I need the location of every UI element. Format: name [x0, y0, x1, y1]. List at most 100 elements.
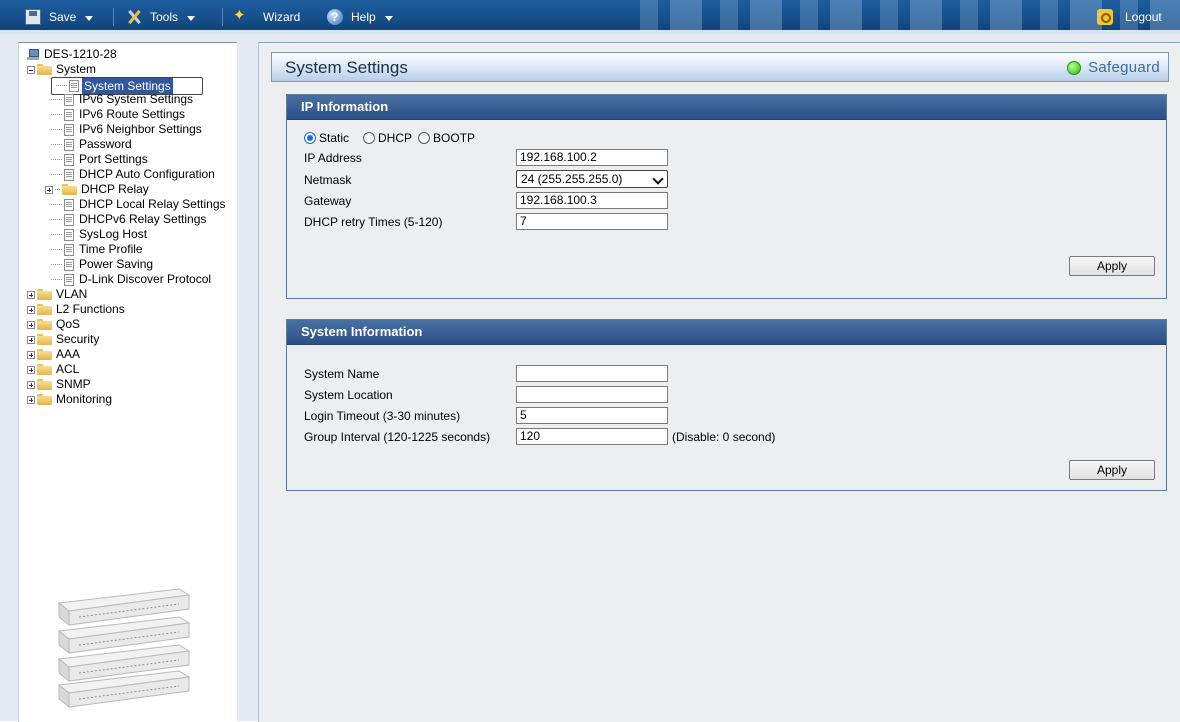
tree-item-dhcp-auto-configuration[interactable]: DHCP Auto Configuration — [51, 167, 217, 182]
tree-folder-monitoring[interactable]: Monitoring — [27, 392, 114, 407]
tree-connector — [51, 98, 62, 101]
group-interval-note: (Disable: 0 second) — [672, 430, 776, 444]
folder-icon — [37, 289, 52, 300]
tree-item-d-link-discover-protocol[interactable]: D-Link Discover Protocol — [51, 272, 213, 287]
expand-icon[interactable] — [27, 365, 35, 374]
page-icon — [64, 273, 74, 286]
tree-connector — [51, 113, 62, 116]
tree-item-dhcpv6-relay-settings[interactable]: DHCPv6 Relay Settings — [51, 212, 208, 227]
netmask-select[interactable]: 24 (255.255.255.0) — [516, 170, 668, 188]
login-timeout-input[interactable]: 5 — [516, 407, 668, 424]
help-menu[interactable]: Help — [327, 8, 393, 26]
system-information-header: System Information — [287, 320, 1166, 345]
radio-static[interactable] — [304, 132, 316, 144]
page-icon — [64, 213, 74, 226]
system-name-label: System Name — [304, 367, 380, 381]
page-icon — [64, 243, 74, 256]
toolbar-separator — [113, 8, 114, 26]
logout-button[interactable]: Logout — [1097, 8, 1162, 26]
group-interval-label: Group Interval (120-1225 seconds) — [304, 430, 491, 444]
tree-folder-qos[interactable]: QoS — [27, 317, 82, 332]
tree-folder-label: ACL — [56, 362, 80, 376]
radio-bootp-label: BOOTP — [433, 131, 476, 145]
radio-dhcp[interactable] — [363, 132, 376, 144]
group-interval-input[interactable]: 120 — [516, 428, 668, 445]
tree-item-syslog-host[interactable]: SysLog Host — [51, 227, 149, 242]
page-icon — [64, 123, 74, 136]
tree-folder-l2-functions[interactable]: L2 Functions — [27, 302, 127, 317]
tree-folder-dhcp-relay[interactable]: DHCP Relay — [45, 182, 151, 197]
tree-root-device[interactable]: DES-1210-28 — [27, 47, 119, 62]
expand-icon[interactable] — [27, 335, 35, 344]
page-icon — [64, 258, 74, 271]
expand-icon[interactable] — [27, 305, 35, 314]
page-icon — [64, 138, 74, 151]
safeguard-indicator[interactable]: Safeguard — [1067, 59, 1160, 76]
tree-folder-system[interactable]: System — [27, 62, 98, 77]
system-name-input[interactable] — [516, 365, 668, 382]
tools-menu[interactable]: Tools — [126, 8, 196, 26]
radio-static-label: Static — [319, 131, 350, 145]
page-icon — [64, 228, 74, 241]
tree-folder-label: System — [56, 62, 97, 76]
expand-icon[interactable] — [27, 380, 35, 389]
save-menu[interactable]: Save — [25, 8, 94, 26]
ip-address-input[interactable]: 192.168.100.2 — [516, 149, 668, 166]
tree-item-ipv6-system-settings[interactable]: IPv6 System Settings — [51, 92, 195, 107]
help-icon — [327, 9, 343, 25]
expand-icon[interactable] — [27, 395, 35, 404]
tree-item-dhcp-local-relay-settings[interactable]: DHCP Local Relay Settings — [51, 197, 228, 212]
tree-item-label: DHCP Local Relay Settings — [79, 197, 226, 211]
tree-folder-label: AAA — [56, 347, 81, 361]
left-panel: DES-1210-28 System System Settings IPv6 … — [0, 34, 250, 722]
chevron-down-icon — [652, 173, 664, 185]
netmask-selected-value: 24 (255.255.255.0) — [521, 172, 623, 186]
tree-folder-security[interactable]: Security — [27, 332, 101, 347]
ip-apply-button[interactable]: Apply — [1069, 256, 1155, 276]
tree-item-label: Power Saving — [79, 257, 154, 271]
tree-connector — [51, 203, 62, 206]
radio-bootp[interactable] — [418, 132, 431, 144]
tree-folder-acl[interactable]: ACL — [27, 362, 81, 377]
tree-folder-label: L2 Functions — [56, 302, 125, 316]
tree-folder-vlan[interactable]: VLAN — [27, 287, 89, 302]
tree-folder-label: Monitoring — [56, 392, 113, 406]
tree-item-password[interactable]: Password — [51, 137, 134, 152]
gateway-input[interactable]: 192.168.100.3 — [516, 192, 668, 209]
save-label: Save — [49, 10, 77, 24]
floppy-disk-icon — [25, 9, 41, 25]
tree-item-port-settings[interactable]: Port Settings — [51, 152, 150, 167]
safeguard-label: Safeguard — [1088, 59, 1160, 76]
dhcp-retry-input[interactable]: 7 — [516, 213, 668, 230]
tree-folder-aaa[interactable]: AAA — [27, 347, 82, 362]
ip-information-section: IP Information Static DHCP BOOTP IP Addr… — [286, 94, 1167, 299]
tree-item-label: IPv6 Neighbor Settings — [79, 122, 202, 136]
tools-label: Tools — [150, 10, 179, 24]
tree-folder-label: QoS — [56, 317, 81, 331]
top-toolbar: Save Tools Wizard Help Logout — [0, 0, 1180, 34]
tree-item-label: D-Link Discover Protocol — [79, 272, 212, 286]
tree-connector — [56, 85, 67, 87]
ip-information-header: IP Information — [287, 95, 1166, 120]
system-location-input[interactable] — [516, 386, 668, 403]
folder-icon — [37, 394, 52, 405]
tree-item-time-profile[interactable]: Time Profile — [51, 242, 145, 257]
safeguard-status-icon — [1067, 60, 1082, 75]
tree-item-ipv6-neighbor-settings[interactable]: IPv6 Neighbor Settings — [51, 122, 204, 137]
folder-icon — [37, 304, 52, 315]
folder-icon — [37, 379, 52, 390]
tree-connector — [51, 143, 62, 146]
tree-folder-snmp[interactable]: SNMP — [27, 377, 93, 392]
radio-dhcp-label: DHCP — [378, 131, 413, 145]
expand-icon[interactable] — [27, 290, 35, 299]
expand-icon[interactable] — [27, 320, 35, 329]
tree-item-power-saving[interactable]: Power Saving — [51, 257, 155, 272]
folder-icon — [37, 334, 52, 345]
expand-icon[interactable] — [45, 185, 53, 194]
expand-icon[interactable] — [27, 350, 35, 359]
system-apply-button[interactable]: Apply — [1069, 460, 1155, 480]
wizard-button[interactable]: Wizard — [233, 8, 300, 26]
gateway-label: Gateway — [304, 194, 352, 208]
collapse-icon[interactable] — [27, 65, 35, 74]
tree-item-ipv6-route-settings[interactable]: IPv6 Route Settings — [51, 107, 187, 122]
